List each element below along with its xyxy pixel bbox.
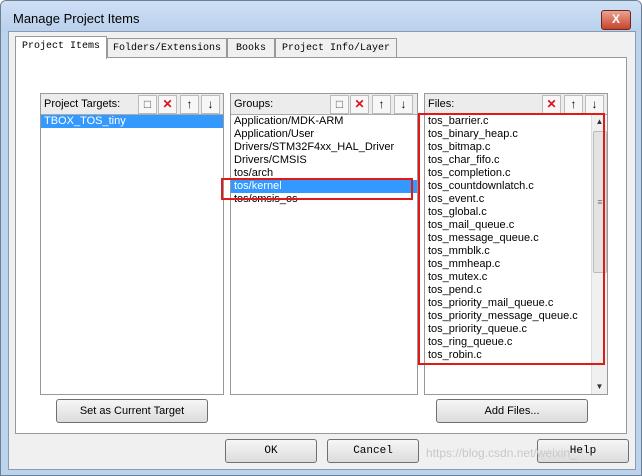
project-items-panel: Project Targets: □ ✕ ↑ ↓ TBOX_TOS_tiny G… — [15, 57, 627, 434]
ok-button[interactable]: OK — [225, 439, 317, 463]
close-button[interactable]: X — [601, 10, 631, 30]
project-targets-header: Project Targets: □ ✕ ↑ ↓ — [41, 94, 223, 115]
list-item[interactable]: Drivers/CMSIS — [231, 154, 417, 167]
project-targets-list[interactable]: TBOX_TOS_tiny — [41, 115, 223, 394]
move-down-group-icon[interactable]: ↓ — [394, 95, 413, 114]
project-targets-label: Project Targets: — [44, 98, 121, 110]
add-files-button[interactable]: Add Files... — [436, 399, 588, 423]
dialog-title: Manage Project Items — [13, 11, 140, 26]
highlight-box-files — [418, 113, 605, 365]
tab-folders-extensions[interactable]: Folders/Extensions — [107, 38, 227, 58]
scroll-down-arrow-icon[interactable]: ▼ — [592, 380, 607, 394]
list-item[interactable]: Application/MDK-ARM — [231, 115, 417, 128]
delete-target-icon[interactable]: ✕ — [158, 95, 177, 114]
groups-list[interactable]: Application/MDK-ARM Application/User Dri… — [231, 115, 417, 394]
title-bar[interactable]: Manage Project Items X — [1, 1, 641, 31]
groups-panel: Groups: □ ✕ ↑ ↓ Application/MDK-ARM Appl… — [230, 93, 418, 395]
move-down-file-icon[interactable]: ↓ — [585, 95, 604, 114]
move-up-target-icon[interactable]: ↑ — [180, 95, 199, 114]
files-header: Files: ✕ ↑ ↓ — [425, 94, 607, 115]
groups-label: Groups: — [234, 98, 274, 110]
watermark-text: https://blog.csdn.net/weixin_ — [426, 446, 577, 460]
move-up-group-icon[interactable]: ↑ — [372, 95, 391, 114]
tab-project-info-layer[interactable]: Project Info/Layer — [275, 38, 397, 58]
move-down-target-icon[interactable]: ↓ — [201, 95, 220, 114]
list-item[interactable]: Application/User — [231, 128, 417, 141]
project-targets-panel: Project Targets: □ ✕ ↑ ↓ TBOX_TOS_tiny — [40, 93, 224, 395]
new-target-icon[interactable]: □ — [138, 95, 157, 114]
new-group-icon[interactable]: □ — [330, 95, 349, 114]
cancel-button[interactable]: Cancel — [327, 439, 419, 463]
move-up-file-icon[interactable]: ↑ — [564, 95, 583, 114]
delete-file-icon[interactable]: ✕ — [542, 95, 561, 114]
highlight-box-group — [221, 178, 413, 200]
list-item[interactable]: TBOX_TOS_tiny — [41, 115, 223, 128]
set-as-current-target-button[interactable]: Set as Current Target — [56, 399, 208, 423]
delete-group-icon[interactable]: ✕ — [350, 95, 369, 114]
tab-project-items[interactable]: Project Items — [15, 36, 107, 59]
tab-books[interactable]: Books — [227, 38, 275, 58]
manage-project-items-dialog: Manage Project Items X Project Items Fol… — [0, 0, 642, 476]
files-label: Files: — [428, 98, 455, 110]
list-item[interactable]: Drivers/STM32F4xx_HAL_Driver — [231, 141, 417, 154]
groups-header: Groups: □ ✕ ↑ ↓ — [231, 94, 417, 115]
dialog-body: Project Items Folders/Extensions Books P… — [8, 31, 636, 470]
